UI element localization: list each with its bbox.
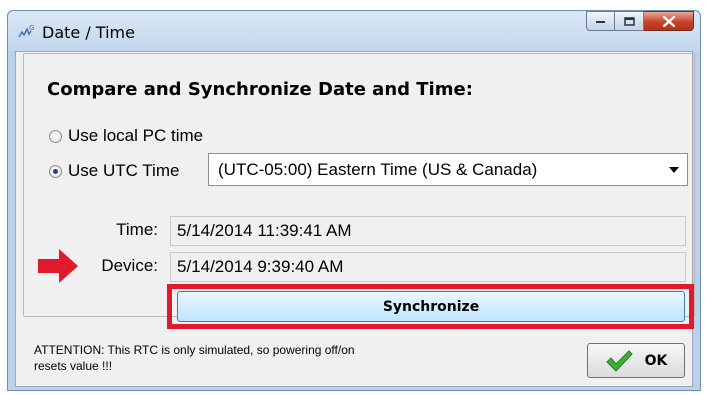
device-value: 5/14/2014 9:39:40 AM — [177, 257, 344, 276]
maximize-icon — [623, 16, 635, 26]
panel-heading: Compare and Synchronize Date and Time: — [47, 79, 473, 100]
ok-label: OK — [644, 352, 668, 369]
title-bar[interactable]: G Date / Time — [8, 11, 700, 51]
chart-g-icon: G — [18, 24, 34, 38]
timezone-select[interactable]: (UTC-05:00) Eastern Time (US & Canada) — [208, 153, 688, 186]
synchronize-button[interactable]: Synchronize — [177, 291, 685, 322]
time-label: Time: — [116, 220, 158, 239]
utc-time-option[interactable]: Use UTC Time — [49, 161, 179, 181]
time-value-field: 5/14/2014 11:39:41 AM — [170, 216, 686, 246]
device-label: Device: — [101, 256, 158, 275]
local-time-radio[interactable] — [49, 129, 62, 143]
ok-button[interactable]: OK — [587, 343, 685, 378]
close-button[interactable] — [644, 11, 694, 31]
minimize-icon — [596, 21, 605, 23]
close-icon — [662, 15, 675, 27]
utc-time-label: Use UTC Time — [68, 161, 180, 180]
checkmark-icon — [605, 349, 633, 372]
attention-notice: ATTENTION: This RTC is only simulated, s… — [34, 343, 355, 373]
svg-text:G: G — [29, 24, 34, 32]
maximize-button[interactable] — [615, 11, 644, 31]
window-title: Date / Time — [42, 23, 135, 42]
minimize-button[interactable] — [586, 11, 615, 31]
local-time-option[interactable]: Use local PC time — [49, 126, 203, 146]
time-value: 5/14/2014 11:39:41 AM — [177, 221, 352, 240]
utc-time-radio[interactable] — [49, 164, 62, 178]
red-arrow-icon — [38, 249, 78, 283]
local-time-label: Use local PC time — [68, 126, 204, 145]
timezone-value: (UTC-05:00) Eastern Time (US & Canada) — [218, 159, 538, 179]
chevron-down-icon — [669, 167, 679, 173]
window-controls — [586, 11, 694, 31]
device-value-field: 5/14/2014 9:39:40 AM — [170, 252, 686, 282]
